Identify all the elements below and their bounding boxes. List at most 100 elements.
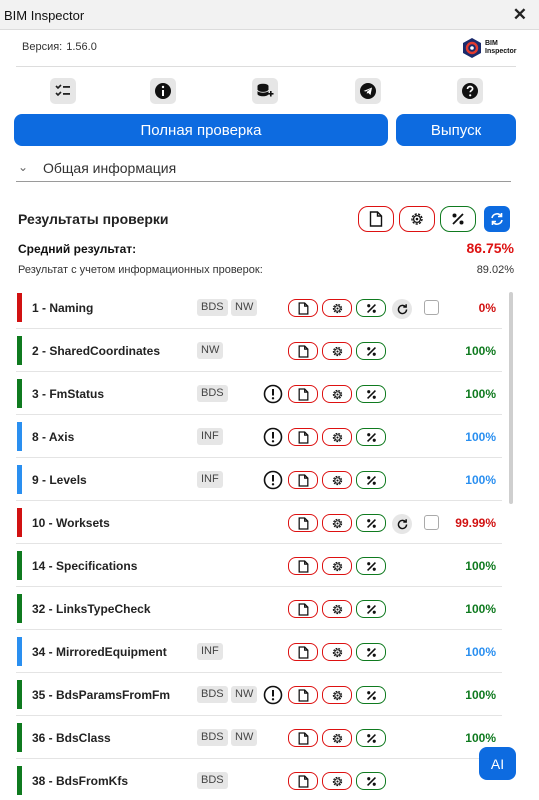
percent-button[interactable] xyxy=(356,428,386,446)
release-button[interactable]: Выпуск xyxy=(396,114,516,146)
rerun-button[interactable] xyxy=(392,514,412,534)
report-button[interactable] xyxy=(288,299,318,317)
report-button[interactable] xyxy=(288,600,318,618)
percent-button[interactable] xyxy=(440,206,476,232)
settings-button[interactable] xyxy=(322,471,352,489)
settings-button[interactable] xyxy=(322,514,352,532)
percent-button[interactable] xyxy=(356,772,386,790)
percent-button[interactable] xyxy=(356,686,386,704)
check-tag: INF xyxy=(197,428,223,445)
check-row[interactable]: 10 - Worksets 99.99% xyxy=(16,501,502,544)
check-name: 2 - SharedCoordinates xyxy=(32,344,161,358)
percent-button[interactable] xyxy=(356,514,386,532)
window-title: BIM Inspector xyxy=(4,8,85,23)
check-row[interactable]: 38 - BdsFromKfs BDS xyxy=(16,759,502,800)
settings-button[interactable] xyxy=(399,206,435,232)
settings-button[interactable] xyxy=(322,686,352,704)
check-tag: NW xyxy=(231,686,258,703)
check-row[interactable]: 1 - Naming BDS NW 0% xyxy=(16,286,502,329)
report-button[interactable] xyxy=(288,643,318,661)
settings-button[interactable] xyxy=(322,428,352,446)
checks-list: 1 - Naming BDS NW 0% 2 - SharedCoordinates NW… xyxy=(16,286,502,800)
percent-icon xyxy=(452,213,464,225)
report-button[interactable] xyxy=(288,729,318,747)
info-result-label: Результат с учетом информационных провер… xyxy=(18,264,263,276)
database-add-button[interactable] xyxy=(252,78,278,104)
close-icon[interactable]: ✕ xyxy=(513,5,527,25)
check-result: 0% xyxy=(478,301,496,315)
report-button[interactable] xyxy=(288,557,318,575)
check-tag: BDS xyxy=(197,385,228,402)
report-button[interactable] xyxy=(288,471,318,489)
report-button[interactable] xyxy=(288,342,318,360)
logo-text: BIM Inspector xyxy=(485,40,517,56)
check-row[interactable]: 2 - SharedCoordinates NW 100% xyxy=(16,329,502,372)
settings-button[interactable] xyxy=(322,772,352,790)
scrollbar[interactable] xyxy=(509,292,513,504)
check-name: 1 - Naming xyxy=(32,301,94,315)
settings-button[interactable] xyxy=(322,299,352,317)
document-icon xyxy=(298,688,308,702)
status-bar xyxy=(17,379,22,408)
rerun-button[interactable] xyxy=(392,299,412,319)
help-icon xyxy=(462,83,478,99)
percent-button[interactable] xyxy=(356,385,386,403)
status-bar xyxy=(17,594,22,623)
help-button[interactable] xyxy=(457,78,483,104)
document-icon xyxy=(298,301,308,315)
percent-button[interactable] xyxy=(356,729,386,747)
check-row[interactable]: 36 - BdsClass BDS NW 100% xyxy=(16,716,502,759)
report-button[interactable] xyxy=(358,206,394,232)
info-result-value: 89.02% xyxy=(476,264,514,276)
status-bar xyxy=(17,680,22,709)
refresh-button[interactable] xyxy=(484,206,510,232)
select-checkbox[interactable] xyxy=(424,515,439,530)
check-row[interactable]: 14 - Specifications 100% xyxy=(16,544,502,587)
check-row[interactable]: 32 - LinksTypeCheck 100% xyxy=(16,587,502,630)
telegram-button[interactable] xyxy=(355,78,381,104)
percent-button[interactable] xyxy=(356,342,386,360)
status-bar xyxy=(17,723,22,752)
report-button[interactable] xyxy=(288,385,318,403)
check-row[interactable]: 3 - FmStatus BDS 100% xyxy=(16,372,502,415)
report-button[interactable] xyxy=(288,686,318,704)
logo-text-line-2: Inspector xyxy=(485,48,517,55)
percent-icon xyxy=(366,647,376,657)
report-button[interactable] xyxy=(288,428,318,446)
full-check-button[interactable]: Полная проверка xyxy=(14,114,388,146)
info-button[interactable] xyxy=(150,78,176,104)
settings-button[interactable] xyxy=(322,729,352,747)
settings-button[interactable] xyxy=(322,600,352,618)
check-name: 8 - Axis xyxy=(32,430,75,444)
document-icon xyxy=(298,473,308,487)
warning-icon xyxy=(263,685,283,705)
percent-button[interactable] xyxy=(356,299,386,317)
settings-button[interactable] xyxy=(322,643,352,661)
settings-button[interactable] xyxy=(322,342,352,360)
settings-button[interactable] xyxy=(322,385,352,403)
refresh-icon xyxy=(491,213,503,225)
checklist-button[interactable] xyxy=(50,78,76,104)
percent-button[interactable] xyxy=(356,643,386,661)
check-row[interactable]: 34 - MirroredEquipment INF 100% xyxy=(16,630,502,673)
check-row[interactable]: 8 - Axis INF 100% xyxy=(16,415,502,458)
select-checkbox[interactable] xyxy=(424,300,439,315)
report-button[interactable] xyxy=(288,514,318,532)
document-icon xyxy=(298,774,308,788)
refresh-icon xyxy=(397,303,407,314)
percent-button[interactable] xyxy=(356,557,386,575)
check-name: 36 - BdsClass xyxy=(32,731,111,745)
document-icon xyxy=(298,602,308,616)
general-info-section[interactable]: ⌄ Общая информация xyxy=(16,154,511,182)
check-row[interactable]: 9 - Levels INF 100% xyxy=(16,458,502,501)
report-button[interactable] xyxy=(288,772,318,790)
chevron-down-icon: ⌄ xyxy=(18,160,29,174)
percent-button[interactable] xyxy=(356,600,386,618)
settings-button[interactable] xyxy=(322,557,352,575)
warning-icon xyxy=(263,470,283,490)
check-result: 100% xyxy=(465,344,496,358)
check-row[interactable]: 35 - BdsParamsFromFm BDS NW 100% xyxy=(16,673,502,716)
percent-button[interactable] xyxy=(356,471,386,489)
check-tag: BDS xyxy=(197,729,228,746)
ai-button[interactable]: AI xyxy=(479,747,516,780)
